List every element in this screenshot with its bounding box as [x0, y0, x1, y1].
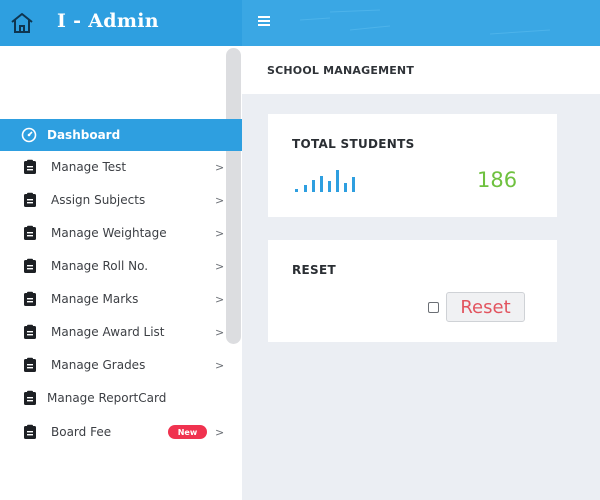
sidebar: Dashboard Manage Test > Assign Subjects …: [0, 46, 242, 500]
menu-toggle-icon[interactable]: [258, 16, 270, 28]
sidebar-item-label: Manage Roll No.: [51, 259, 149, 273]
bar-chart-icon: [295, 170, 355, 192]
sidebar-item-label: Manage Marks: [51, 292, 139, 306]
card-title: RESET: [292, 263, 336, 277]
page-title: SCHOOL MANAGEMENT: [267, 64, 415, 77]
sidebar-item-manage-reportcard[interactable]: Manage ReportCard: [0, 382, 242, 414]
sidebar-item-label: Assign Subjects: [51, 193, 146, 207]
reset-button[interactable]: Reset: [446, 292, 525, 322]
clipboard-icon: [24, 192, 36, 207]
sidebar-item-label: Manage Test: [51, 160, 127, 174]
chevron-right-icon: >: [215, 425, 225, 439]
chevron-right-icon: >: [215, 358, 225, 372]
chevron-right-icon: >: [215, 160, 225, 174]
clipboard-icon: [24, 424, 36, 439]
sidebar-item-label: Dashboard: [47, 128, 121, 142]
decorative-lines: [299, 9, 551, 35]
sidebar-item-board-fee[interactable]: Board Fee New >: [0, 416, 242, 448]
new-badge: New: [168, 425, 207, 439]
clipboard-icon: [24, 324, 36, 339]
chevron-right-icon: >: [215, 226, 225, 240]
sidebar-item-label: Board Fee: [51, 425, 112, 439]
content-header: SCHOOL MANAGEMENT: [242, 46, 600, 94]
reset-checkbox[interactable]: [428, 302, 439, 313]
clipboard-icon: [24, 225, 36, 240]
sidebar-item-assign-subjects[interactable]: Assign Subjects >: [0, 184, 242, 216]
clipboard-icon: [24, 390, 36, 405]
sidebar-item-label: Manage Grades: [51, 358, 146, 372]
chevron-right-icon: >: [215, 259, 225, 273]
sidebar-item-label: Manage ReportCard: [47, 391, 167, 405]
clipboard-icon: [24, 291, 36, 306]
dashboard-icon: [21, 127, 37, 143]
chevron-right-icon: >: [215, 292, 225, 306]
sidebar-item-dashboard[interactable]: Dashboard: [0, 119, 242, 151]
reset-card: RESET Reset: [268, 240, 557, 342]
chevron-right-icon: >: [215, 325, 225, 339]
sidebar-item-manage-test[interactable]: Manage Test >: [0, 151, 242, 183]
chevron-right-icon: >: [215, 193, 225, 207]
clipboard-icon: [24, 258, 36, 273]
home-icon[interactable]: [9, 11, 35, 35]
top-bar: I - Admin: [0, 0, 600, 46]
sidebar-item-manage-weightage[interactable]: Manage Weightage >: [0, 217, 242, 249]
clipboard-icon: [24, 159, 36, 174]
app-title: I - Admin: [57, 10, 159, 32]
student-count: 186: [477, 168, 518, 192]
sidebar-item-label: Manage Award List: [51, 325, 165, 339]
clipboard-icon: [24, 357, 36, 372]
sidebar-item-manage-roll-no[interactable]: Manage Roll No. >: [0, 250, 242, 282]
card-title: TOTAL STUDENTS: [292, 137, 415, 151]
total-students-card: TOTAL STUDENTS 186: [268, 114, 557, 217]
sidebar-item-label: Manage Weightage: [51, 226, 167, 240]
sidebar-item-manage-grades[interactable]: Manage Grades >: [0, 349, 242, 381]
brand: I - Admin: [0, 0, 242, 46]
sidebar-item-manage-award-list[interactable]: Manage Award List >: [0, 316, 242, 348]
sidebar-item-manage-marks[interactable]: Manage Marks >: [0, 283, 242, 315]
